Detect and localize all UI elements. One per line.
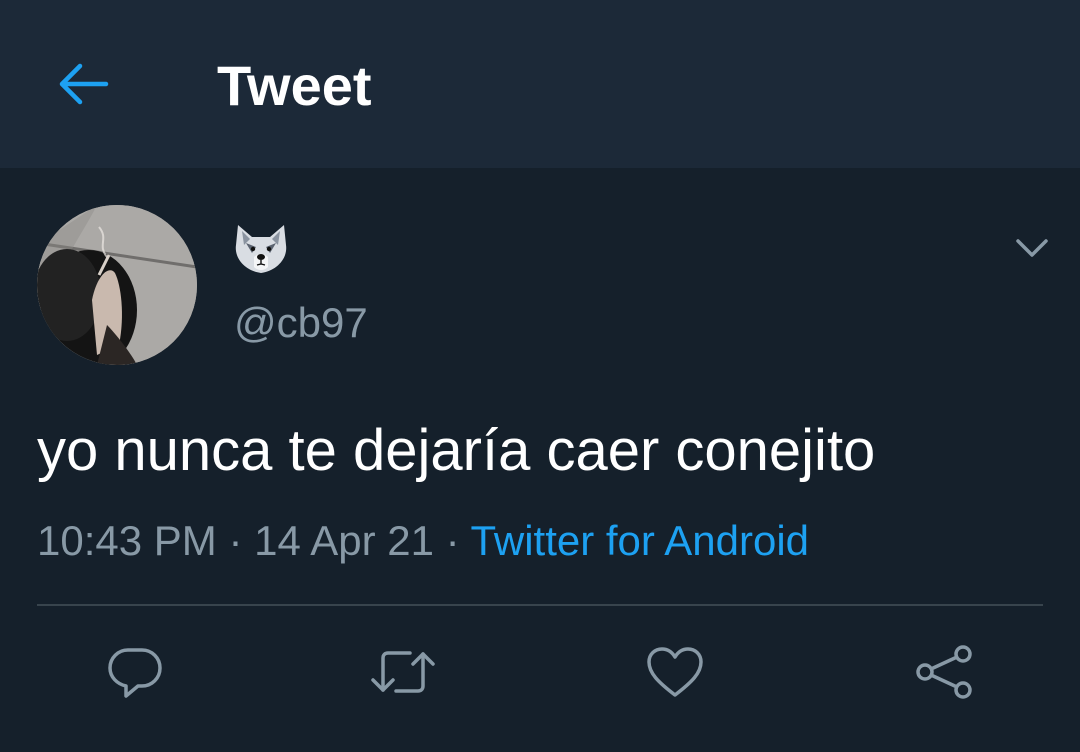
tweet-text: yo nunca te dejaría caer conejito bbox=[37, 418, 876, 483]
like-button[interactable] bbox=[643, 640, 707, 704]
back-button[interactable] bbox=[52, 56, 116, 112]
display-name[interactable] bbox=[232, 223, 290, 275]
meta-separator: · bbox=[445, 517, 460, 564]
reply-icon bbox=[106, 644, 164, 700]
divider bbox=[37, 604, 1043, 606]
more-options-button[interactable] bbox=[1008, 228, 1056, 268]
arrow-left-icon bbox=[58, 62, 110, 106]
heart-icon bbox=[646, 646, 704, 698]
share-button[interactable] bbox=[912, 640, 976, 704]
reply-button[interactable] bbox=[103, 640, 167, 704]
retweet-button[interactable] bbox=[371, 640, 435, 704]
share-icon bbox=[914, 644, 974, 700]
meta-separator: · bbox=[228, 517, 243, 564]
tweet-source-link[interactable]: Twitter for Android bbox=[471, 517, 809, 564]
tweet-date: 14 Apr 21 bbox=[254, 517, 434, 564]
tweet-metadata: 10:43 PM · 14 Apr 21 · Twitter for Andro… bbox=[37, 515, 809, 567]
top-app-bar: Tweet bbox=[0, 0, 1080, 168]
page-title: Tweet bbox=[217, 54, 372, 117]
retweet-icon bbox=[370, 646, 436, 698]
wolf-face-emoji bbox=[235, 225, 287, 273]
profile-photo bbox=[37, 205, 197, 365]
tweet-time: 10:43 PM bbox=[37, 517, 217, 564]
chevron-down-icon bbox=[1015, 238, 1049, 258]
avatar[interactable] bbox=[37, 205, 197, 365]
user-handle[interactable]: @cb97 bbox=[234, 298, 368, 348]
tweet-detail: @cb97 yo nunca te dejaría caer conejito … bbox=[0, 168, 1080, 752]
